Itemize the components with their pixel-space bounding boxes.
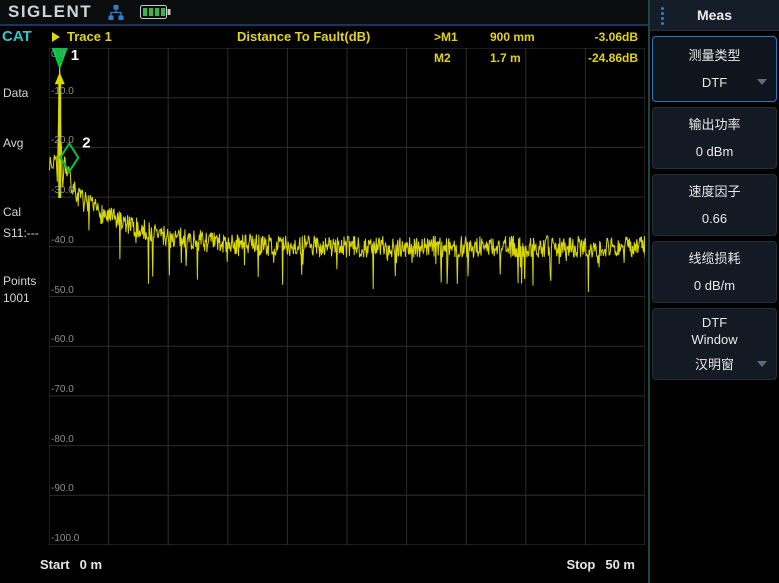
menu-item-value: 0 dBm	[696, 144, 734, 159]
trace-label: Trace 1	[67, 29, 112, 44]
x-axis-range-bar: Start 0 m Stop 50 m	[0, 545, 648, 583]
menu-header: Meas	[650, 0, 779, 31]
stop-value: 50 m	[605, 557, 635, 572]
svg-text:2: 2	[82, 135, 90, 152]
cal-label: Cal	[3, 205, 21, 219]
top-status-bar: SIGLENT	[0, 0, 648, 26]
meas-menu-sidebar: Meas 测量类型 DTF 输出功率 0 dBm 速度因子 0.66 线缆损耗 …	[648, 0, 779, 583]
menu-item-title: DTF Window	[691, 315, 737, 348]
menu-item-value: 汉明窗	[695, 354, 734, 373]
menu-item-title: 速度因子	[688, 184, 740, 200]
avg-label: Avg	[3, 136, 23, 150]
dropdown-arrow-icon	[757, 79, 767, 85]
marker1-name: >M1	[434, 30, 490, 44]
menu-item-value: 0.66	[702, 211, 727, 226]
menu-tiles: 测量类型 DTF 输出功率 0 dBm 速度因子 0.66 线缆损耗 0 dB/…	[650, 31, 779, 385]
trace-active-arrow-icon	[52, 32, 60, 42]
menu-item-cable-loss[interactable]: 线缆损耗 0 dB/m	[652, 241, 777, 303]
menu-item-measure-type[interactable]: 测量类型 DTF	[652, 36, 777, 102]
points-label: Points	[3, 274, 36, 288]
trace-selector[interactable]: Trace 1	[52, 29, 112, 44]
start-value: 0 m	[80, 557, 102, 572]
more-options-icon[interactable]	[661, 7, 664, 10]
left-status-gutter: Data Avg Cal S11:--- Points 1001	[0, 48, 49, 545]
battery-icon	[140, 5, 171, 19]
menu-item-title: 输出功率	[688, 117, 740, 133]
points-value: 1001	[3, 291, 30, 305]
trace-plot-svg: 12	[49, 48, 645, 545]
marker1-distance: 900 mm	[490, 30, 566, 44]
svg-text:1: 1	[71, 48, 79, 64]
menu-item-velocity-factor[interactable]: 速度因子 0.66	[652, 174, 777, 236]
menu-item-value: 0 dB/m	[694, 278, 735, 293]
stop-label: Stop	[566, 557, 595, 572]
menu-title: Meas	[697, 7, 732, 23]
data-label: Data	[3, 86, 28, 100]
dtf-trace-chart: 12 0.0-10.0-20.0-30.0-40.0-50.0-60.0-70.…	[49, 48, 645, 545]
chart-header-row: CAT Trace 1 Distance To Fault(dB) >M1 90…	[0, 26, 648, 48]
marker1-value: -3.06dB	[566, 30, 638, 44]
marker1-readout: >M1 900 mm -3.06dB	[434, 30, 638, 44]
start-readout: Start 0 m	[40, 557, 102, 572]
chart-body-row: Data Avg Cal S11:--- Points 1001 12 0.0-…	[0, 48, 648, 545]
siglent-logo: SIGLENT	[8, 2, 92, 22]
siglent-cat-dtf-screen: SIGLENT C	[0, 0, 779, 583]
menu-item-title: 线缆损耗	[688, 251, 740, 267]
s11-status: S11:---	[3, 226, 39, 240]
measurement-title: Distance To Fault(dB)	[237, 29, 370, 44]
menu-item-value: DTF	[702, 75, 727, 90]
dropdown-arrow-icon	[757, 361, 767, 367]
measurement-area: SIGLENT C	[0, 0, 648, 583]
start-label: Start	[40, 557, 70, 572]
mode-indicator: CAT	[2, 28, 32, 45]
menu-item-title: 测量类型	[688, 48, 740, 64]
lan-icon	[108, 4, 124, 21]
menu-item-output-power[interactable]: 输出功率 0 dBm	[652, 107, 777, 169]
stop-readout: Stop 50 m	[566, 557, 635, 572]
menu-item-dtf-window[interactable]: DTF Window 汉明窗	[652, 308, 777, 380]
